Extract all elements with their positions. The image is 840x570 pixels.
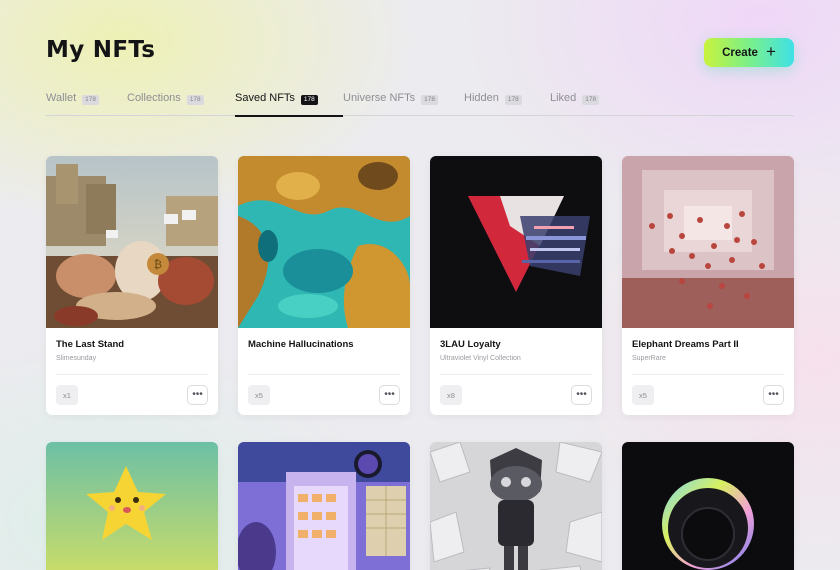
card-divider [56,374,208,375]
tab-hidden[interactable]: Hidden 178 [464,92,550,116]
card-divider [248,374,400,375]
nft-card[interactable] [430,442,602,570]
tab-label: Liked [550,92,577,104]
page-title: My NFTs [46,37,156,63]
tab-label: Saved NFTs [235,92,295,104]
nft-card[interactable] [622,442,794,570]
nft-name: Machine Hallucinations [248,339,354,350]
ellipsis-icon: ••• [192,389,203,400]
quantity-badge: x8 [440,385,462,405]
nft-card[interactable] [46,442,218,570]
nft-card[interactable]: Machine Hallucinations x5 ••• [238,156,410,415]
quantity-badge: x5 [248,385,270,405]
nft-artwork[interactable] [46,442,218,570]
card-divider [632,374,784,375]
tab-wallet[interactable]: Wallet 178 [46,92,127,116]
tab-liked[interactable]: Liked 178 [550,92,620,116]
tab-count-badge: 178 [300,95,318,105]
more-options-button[interactable]: ••• [187,385,208,405]
more-options-button[interactable]: ••• [763,385,784,405]
create-button[interactable]: Create + [704,38,794,67]
nft-creator: Ultraviolet Vinyl Collection [440,355,521,362]
quantity-badge: x1 [56,385,78,405]
tab-label: Collections [127,92,181,104]
nft-card[interactable]: Elephant Dreams Part II SuperRare x5 ••• [622,156,794,415]
my-nfts-page: My NFTs Create + Wallet 178 Collections … [0,0,840,570]
nft-name: 3LAU Loyalty [440,339,501,350]
nft-card[interactable]: ₿ The Last Stand Slimesunday x1 ••• [46,156,218,415]
tab-label: Wallet [46,92,77,104]
nft-tabs: Wallet 178 Collections 178 Saved NFTs 17… [46,92,794,117]
tab-label: Universe NFTs [343,92,416,104]
create-button-label: Create [722,46,758,59]
tab-count-badge: 178 [582,95,600,105]
nft-card[interactable] [238,442,410,570]
tab-saved-nfts[interactable]: Saved NFTs 178 [235,92,343,117]
ellipsis-icon: ••• [768,389,779,400]
nft-artwork[interactable] [238,156,410,328]
tab-count-badge: 178 [504,95,522,105]
tab-count-badge: 178 [421,95,438,105]
nft-artwork[interactable] [238,442,410,570]
quantity-badge: x5 [632,385,654,405]
nft-artwork[interactable] [622,442,794,570]
nft-artwork[interactable] [622,156,794,328]
ellipsis-icon: ••• [384,389,395,400]
tab-label: Hidden [464,92,499,104]
plus-icon: + [765,42,776,61]
nft-name: The Last Stand [56,339,125,350]
tab-count-badge: 178 [186,95,204,105]
nft-artwork[interactable] [430,442,602,570]
nft-name: Elephant Dreams Part II [632,339,739,350]
card-divider [440,374,592,375]
more-options-button[interactable]: ••• [571,385,592,405]
more-options-button[interactable]: ••• [379,385,400,405]
tab-count-badge: 178 [82,95,100,105]
tab-universe-nfts[interactable]: Universe NFTs 178 [343,92,464,116]
nft-artwork[interactable]: ₿ [46,156,218,328]
nft-artwork[interactable] [430,156,602,328]
nft-card[interactable]: 3LAU Loyalty Ultraviolet Vinyl Collectio… [430,156,602,415]
ellipsis-icon: ••• [576,389,587,400]
nft-creator: Slimesunday [56,355,97,362]
nft-creator: SuperRare [632,355,666,362]
tab-collections[interactable]: Collections 178 [127,92,235,116]
svg-text:₿: ₿ [154,258,162,271]
